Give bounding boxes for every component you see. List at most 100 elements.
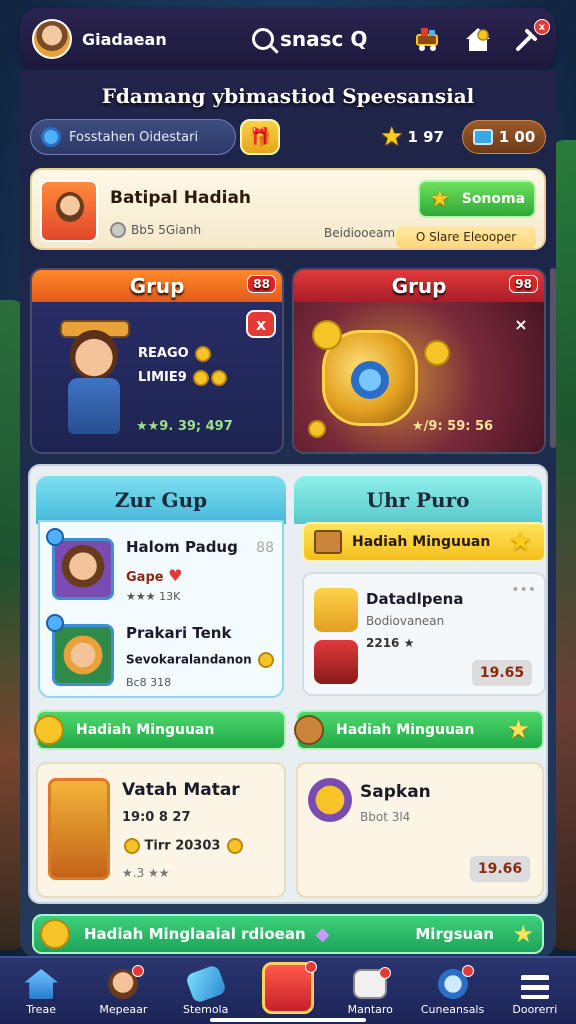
cart-icon[interactable] bbox=[412, 23, 444, 55]
price-tag[interactable]: 19.65 bbox=[472, 660, 532, 686]
nav-label: Cuneansals bbox=[420, 1003, 485, 1016]
player-name: Giadaean bbox=[82, 29, 167, 49]
group-card-treasure[interactable]: Grup 98 × ★/9: 59: 56 bbox=[292, 268, 546, 454]
nav-item-dice[interactable]: Mantaro bbox=[332, 967, 408, 1016]
friend-status: Gape ♥ bbox=[126, 566, 183, 585]
main-panel: Fdamang ybimastiod Speesansial Fosstahen… bbox=[20, 70, 556, 958]
coin-icon bbox=[211, 369, 228, 386]
stars-counter: ★ 1 97 bbox=[380, 122, 444, 152]
weekly-reward-label: Hadiah Minguuan bbox=[76, 722, 215, 738]
friend-status: Sevokaralandanon bbox=[126, 652, 274, 668]
knight-character-icon bbox=[48, 778, 110, 880]
group-card-badge: 88 bbox=[247, 275, 276, 293]
star-icon: ★ bbox=[508, 527, 532, 557]
group-card-title: Grup bbox=[129, 274, 185, 298]
weekly-reward-banner[interactable]: Hadiah Minglaaial rdioean ◆ Mirgsuan ★ bbox=[32, 914, 544, 954]
more-icon[interactable]: ••• bbox=[511, 582, 536, 598]
star-icon: ★ bbox=[506, 715, 530, 745]
location-pin-icon bbox=[46, 614, 64, 632]
nav-item-home[interactable]: Treae bbox=[3, 969, 79, 1016]
item-name: Datadlpena bbox=[366, 590, 464, 608]
nav-label: Mantaro bbox=[347, 1003, 393, 1016]
lower-panel: Zur Gup Uhr Puro Halom Padug 88 Gape ♥ ★… bbox=[28, 464, 548, 904]
banner-subtitle: Bb5 5Gianh bbox=[110, 222, 201, 238]
gift-icon: 🎁 bbox=[248, 126, 272, 148]
notification-badge: x bbox=[534, 19, 550, 35]
home-icon[interactable] bbox=[462, 23, 494, 55]
close-button[interactable]: × bbox=[506, 310, 536, 338]
search-button[interactable]: snasc Q bbox=[252, 27, 367, 51]
search-label: snasc Q bbox=[280, 27, 368, 51]
filter-button[interactable]: Fosstahen Oidestari bbox=[30, 119, 236, 155]
coin-icon bbox=[312, 320, 342, 350]
group-card-line-2: LIMIE9 bbox=[138, 366, 228, 390]
search-icon bbox=[252, 28, 274, 50]
reward-card-line-1: 19:0 8 27 bbox=[122, 810, 191, 825]
location-pin-icon bbox=[46, 528, 64, 546]
reward-card[interactable]: Vatah Matar 19:0 8 27 Tirr 20303 ★.3 ★★ bbox=[36, 762, 286, 898]
nav-label: Doorerri bbox=[512, 1003, 558, 1016]
tools-icon[interactable]: x bbox=[512, 19, 550, 55]
player-avatar[interactable] bbox=[32, 19, 72, 59]
avatar bbox=[52, 538, 114, 600]
nav-item-profile[interactable]: Mepeaar bbox=[85, 965, 161, 1016]
coin-icon bbox=[195, 345, 212, 362]
top-bar: Giadaean snasc Q x bbox=[20, 8, 556, 70]
friend-name: Halom Padug bbox=[126, 538, 238, 556]
coin-icon bbox=[308, 420, 326, 438]
avatar bbox=[52, 624, 114, 686]
coin-icon bbox=[34, 715, 64, 745]
group-card-lines: REAGO LIMIE9 bbox=[138, 342, 228, 390]
nav-item-rocket[interactable]: Stemola bbox=[168, 964, 244, 1016]
right-column: Hadiah Minguuan ★ Datadlpena Bodiovanean… bbox=[294, 466, 550, 706]
chest-icon bbox=[472, 129, 493, 145]
banner-info: Beidiooeam bbox=[324, 226, 396, 240]
weekly-reward-strip[interactable]: Hadiah Minguuan ★ bbox=[302, 522, 546, 562]
clock-icon bbox=[437, 965, 474, 999]
stars-value: 1 97 bbox=[407, 128, 444, 146]
nav-item-menu[interactable]: Doorerri bbox=[497, 975, 573, 1016]
claim-button[interactable]: ★ Sonoma bbox=[418, 180, 536, 218]
gift-box-button[interactable]: 🎁 bbox=[240, 119, 280, 155]
gift-icon bbox=[261, 961, 317, 1014]
coin-icon bbox=[124, 838, 140, 854]
left-column-header: Zur Gup bbox=[36, 476, 286, 524]
reward-card[interactable]: Sapkan Bbot 3l4 19.66 bbox=[296, 762, 544, 898]
group-card-header: Grup 98 bbox=[294, 270, 544, 302]
scrollbar[interactable] bbox=[550, 268, 556, 448]
close-button[interactable]: x bbox=[246, 310, 276, 338]
weekly-reward-banner-right: Mirgsuan bbox=[415, 925, 494, 943]
friend-meta: Bc8 318 bbox=[126, 676, 172, 689]
claim-button-label: Sonoma bbox=[461, 191, 526, 207]
character-icon bbox=[294, 715, 324, 745]
toolbar-row: Fosstahen Oidestari 🎁 ★ 1 97 1 00 bbox=[30, 118, 546, 156]
weekly-reward-strip[interactable]: Hadiah Minguuan bbox=[34, 710, 286, 750]
item-meta: 2216 ★ bbox=[366, 636, 415, 650]
friend-flag: 88 bbox=[256, 540, 274, 556]
group-card-hero[interactable]: Grup 88 x REAGO LIMIE9 ★★9. 39; 497 bbox=[30, 268, 284, 454]
banner-title: Batipal Hadiah bbox=[110, 188, 252, 208]
weekly-reward-strip[interactable]: Hadiah Minguuan ★ bbox=[294, 710, 544, 750]
list-item[interactable]: Halom Padug 88 Gape ♥ ★★★ 13K bbox=[46, 528, 282, 608]
coin-icon bbox=[424, 340, 450, 366]
group-card-stats: ★/9: 59: 56 bbox=[412, 419, 494, 434]
group-card-badge: 98 bbox=[509, 275, 538, 293]
ticket-icon bbox=[314, 640, 358, 684]
reward-card-line-2: Tirr 20303 bbox=[122, 838, 243, 854]
menu-icon bbox=[520, 975, 549, 999]
list-item[interactable]: Prakari Tenk Sevokaralandanon Bc8 318 bbox=[46, 614, 282, 694]
friends-list: Halom Padug 88 Gape ♥ ★★★ 13K Prakari Te… bbox=[38, 520, 284, 698]
dice-icon bbox=[353, 967, 392, 999]
nav-label: Stemola bbox=[183, 1003, 229, 1016]
nav-item-gift[interactable] bbox=[250, 961, 326, 1016]
rocket-icon bbox=[184, 964, 227, 1004]
coins-counter[interactable]: 1 00 bbox=[462, 120, 546, 154]
nav-label: Treae bbox=[26, 1003, 56, 1016]
gift-icon bbox=[314, 588, 358, 632]
price-tag[interactable]: 19.66 bbox=[470, 856, 530, 882]
page-headline: Fdamang ybimastiod Speesansial bbox=[101, 84, 475, 108]
shop-item-card[interactable]: Datadlpena Bodiovanean 2216 ★ ••• 19.65 bbox=[302, 572, 546, 696]
gem-icon: ◆ bbox=[315, 923, 330, 945]
nav-item-clock[interactable]: Cuneansals bbox=[415, 965, 491, 1016]
weekly-reward-label: Hadiah Minguuan bbox=[352, 534, 491, 550]
